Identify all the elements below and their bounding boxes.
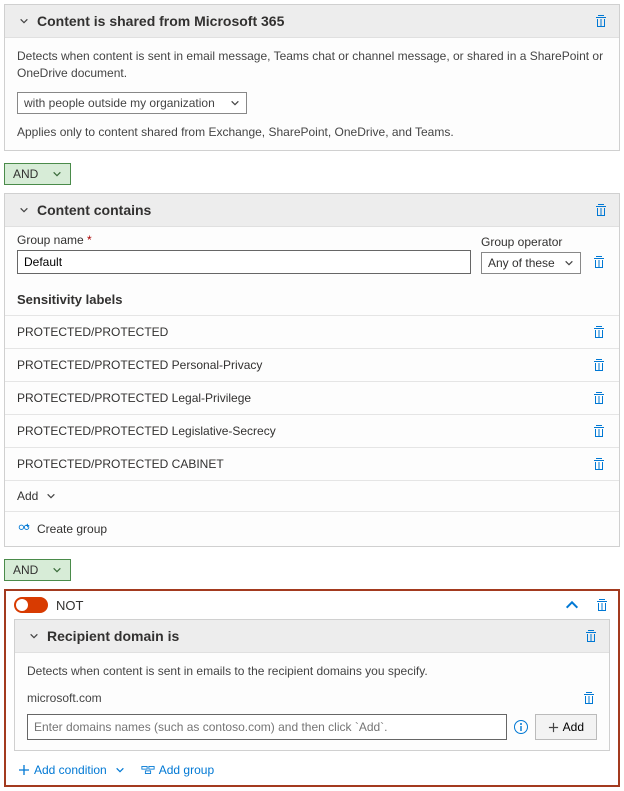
chevron-down-icon: [19, 16, 29, 26]
section-header[interactable]: Recipient domain is: [15, 620, 609, 653]
group-fields-row: Group name * Group operator Any of these: [5, 227, 619, 284]
add-button-label: Add: [563, 720, 584, 734]
section-title: Content is shared from Microsoft 365: [37, 13, 593, 29]
not-toggle[interactable]: [14, 597, 48, 613]
delete-icon[interactable]: [593, 13, 609, 29]
group-name-label: Group name *: [17, 233, 471, 247]
label-text: PROTECTED/PROTECTED: [17, 325, 168, 339]
add-group-link[interactable]: Add group: [141, 763, 214, 777]
and-operator[interactable]: AND: [4, 163, 71, 185]
delete-icon[interactable]: [594, 597, 610, 613]
add-label-row[interactable]: Add: [5, 480, 619, 511]
section-recipient-domain: Recipient domain is Detects when content…: [14, 619, 610, 751]
add-domain-button[interactable]: Add: [535, 714, 597, 740]
not-condition-group: NOT Recipient domain is Detects when con…: [4, 589, 620, 787]
section-header[interactable]: Content contains: [5, 194, 619, 227]
list-item: PROTECTED/PROTECTED Legislative-Secrecy: [5, 414, 619, 447]
group-name-input[interactable]: [17, 250, 471, 274]
section-content-shared: Content is shared from Microsoft 365 Det…: [4, 4, 620, 151]
plus-icon: [18, 764, 30, 776]
delete-icon[interactable]: [593, 202, 609, 218]
group-operator-dropdown[interactable]: Any of these: [481, 252, 581, 274]
group-icon: [141, 764, 155, 776]
delete-icon[interactable]: [581, 690, 597, 706]
link-label: Add condition: [34, 763, 107, 777]
operator-label: AND: [13, 167, 38, 181]
and-operator[interactable]: AND: [4, 559, 71, 581]
section-header[interactable]: Content is shared from Microsoft 365: [5, 5, 619, 38]
group-name-field: Group name *: [17, 233, 471, 274]
chevron-down-icon: [115, 765, 125, 775]
chevron-down-icon: [52, 565, 62, 575]
list-item: PROTECTED/PROTECTED Legal-Privilege: [5, 381, 619, 414]
section-title: Recipient domain is: [47, 628, 583, 644]
not-bar: NOT: [6, 591, 618, 619]
description-text: Detects when content is sent in email me…: [17, 48, 607, 82]
delete-icon[interactable]: [591, 357, 607, 373]
domain-input-row: Add: [27, 714, 597, 740]
delete-icon[interactable]: [583, 628, 599, 644]
delete-icon[interactable]: [591, 423, 607, 439]
list-item: PROTECTED/PROTECTED: [5, 315, 619, 348]
add-condition-link[interactable]: Add condition: [18, 763, 125, 777]
list-item: PROTECTED/PROTECTED Personal-Privacy: [5, 348, 619, 381]
chevron-down-icon: [19, 205, 29, 215]
list-item: PROTECTED/PROTECTED CABINET: [5, 447, 619, 480]
info-icon[interactable]: [513, 719, 529, 735]
label-text: PROTECTED/PROTECTED Legal-Privilege: [17, 391, 251, 405]
dropdown-value: with people outside my organization: [24, 96, 215, 110]
section-title: Content contains: [37, 202, 593, 218]
chevron-down-icon: [46, 491, 56, 501]
create-group-label: Create group: [37, 522, 107, 536]
section-content-contains: Content contains Group name * Group oper…: [4, 193, 620, 547]
group-operator-label: Group operator: [481, 235, 581, 249]
create-group-icon: [17, 522, 31, 536]
chevron-down-icon: [29, 631, 39, 641]
delete-icon[interactable]: [591, 390, 607, 406]
plus-icon: [548, 722, 559, 733]
domain-row: microsoft.com: [27, 690, 597, 706]
domain-input[interactable]: [27, 714, 507, 740]
footer-links: Add condition Add group: [14, 755, 610, 781]
dropdown-value: Any of these: [488, 256, 555, 270]
not-label: NOT: [56, 598, 83, 613]
note-text: Applies only to content shared from Exch…: [17, 124, 607, 141]
chevron-down-icon: [52, 169, 62, 179]
section-body: Detects when content is sent in emails t…: [15, 653, 609, 750]
sensitivity-labels-header: Sensitivity labels: [5, 284, 619, 315]
add-label: Add: [17, 489, 38, 503]
group-operator-field: Group operator Any of these: [481, 235, 581, 274]
create-group-row[interactable]: Create group: [5, 511, 619, 546]
delete-icon[interactable]: [591, 254, 607, 270]
label-text: PROTECTED/PROTECTED CABINET: [17, 457, 224, 471]
chevron-down-icon: [564, 258, 574, 268]
scope-dropdown[interactable]: with people outside my organization: [17, 92, 247, 114]
section-body: Detects when content is sent in email me…: [5, 38, 619, 150]
domain-value: microsoft.com: [27, 691, 102, 705]
chevron-up-icon[interactable]: [564, 597, 580, 613]
description-text: Detects when content is sent in emails t…: [27, 663, 597, 680]
label-text: PROTECTED/PROTECTED Legislative-Secrecy: [17, 424, 276, 438]
operator-label: AND: [13, 563, 38, 577]
link-label: Add group: [159, 763, 214, 777]
delete-icon[interactable]: [591, 456, 607, 472]
delete-icon[interactable]: [591, 324, 607, 340]
label-text: PROTECTED/PROTECTED Personal-Privacy: [17, 358, 262, 372]
chevron-down-icon: [230, 98, 240, 108]
